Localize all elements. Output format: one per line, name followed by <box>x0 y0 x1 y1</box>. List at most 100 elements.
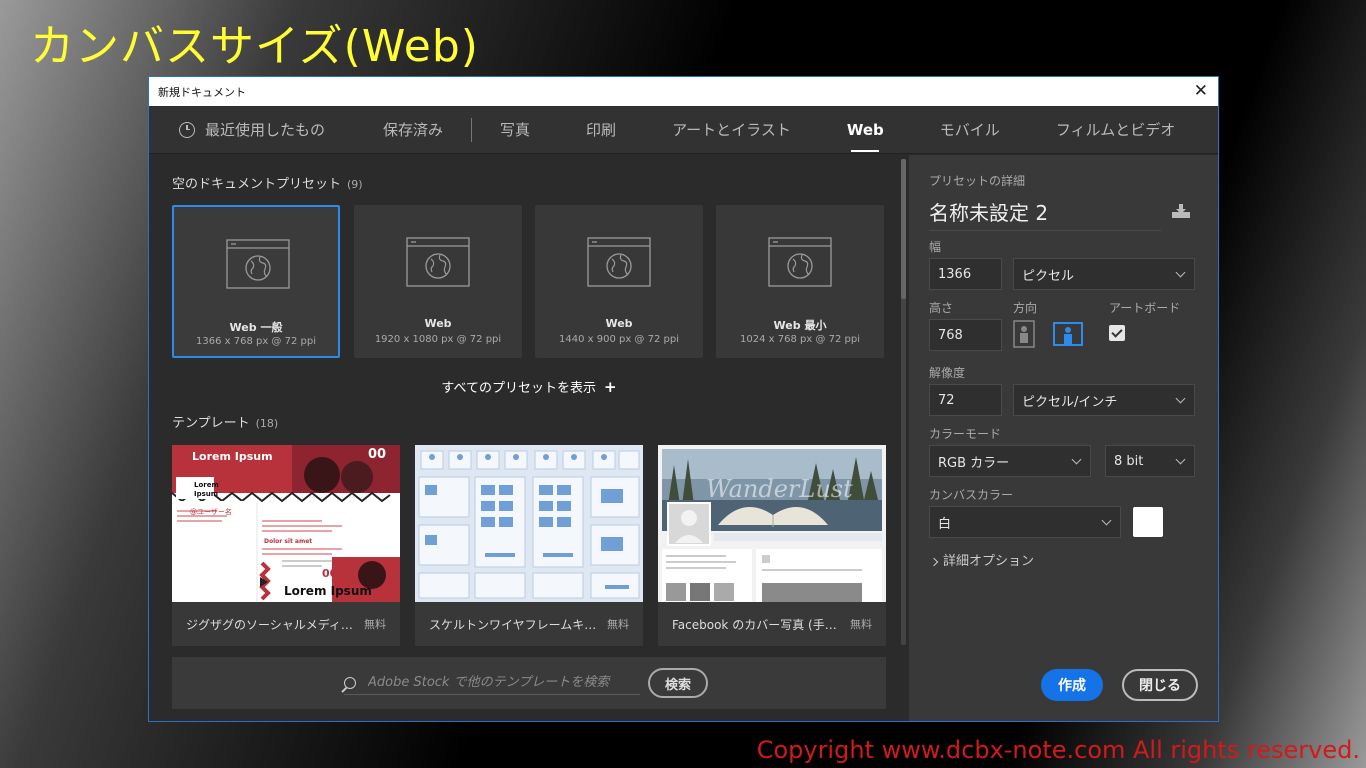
landscape-orientation-icon[interactable] <box>1053 320 1083 348</box>
preset-card-web-minimum[interactable]: Web 最小 1024 x 768 px @ 72 ppi <box>716 205 884 358</box>
chevron-down-icon <box>1175 454 1186 464</box>
portrait-orientation-icon[interactable] <box>1013 320 1035 348</box>
resolution-unit-select[interactable]: ピクセル/インチ <box>1013 384 1195 416</box>
width-label: 幅 <box>929 240 942 254</box>
thumb-headline: Lorem Ipsum <box>192 450 273 463</box>
plus-icon: + <box>604 378 617 396</box>
color-mode-select[interactable]: RGB カラー <box>929 445 1091 477</box>
category-tabs: 最近使用したもの 保存済み 写真 印刷 アートとイラスト Web モバイル フィ… <box>149 106 1218 154</box>
template-name: ジグザグのソーシャルメディアテンプレート <box>186 617 360 632</box>
create-button[interactable]: 作成 <box>1041 669 1103 701</box>
stock-search-input[interactable] <box>368 675 640 690</box>
preset-card-web-1440[interactable]: Web 1440 x 900 px @ 72 ppi <box>535 205 703 358</box>
adobe-stock-search-bar: 検索 <box>172 657 886 709</box>
thumb-dolor: Dolor sit amet <box>264 538 313 545</box>
chevron-right-icon <box>929 557 939 567</box>
unit-select-value: ピクセル <box>1022 268 1075 284</box>
canvas-color-value: 白 <box>938 516 952 532</box>
thumb-badge: 00 <box>368 447 387 462</box>
template-name: Facebook のカバー写真 (手順説明付き) <box>672 617 846 632</box>
preset-details-label: プリセットの詳細 <box>929 174 1026 188</box>
preset-name: Web 一般 <box>229 321 283 334</box>
close-icon[interactable]: ✕ <box>1194 81 1208 101</box>
height-input[interactable]: 768 <box>929 319 1002 351</box>
tab-label: 最近使用したもの <box>205 121 326 139</box>
show-all-label: すべてのプリセットを表示 <box>441 381 596 396</box>
tab-label: 写真 <box>500 121 531 139</box>
chevron-down-icon <box>1175 393 1186 403</box>
template-card-facebook-cover[interactable]: WanderLust Facebook のカバー写真 (手順説明付き) 無料 <box>658 445 886 646</box>
section-title-text: テンプレート <box>172 416 250 431</box>
thumb-overlay-text: WanderLust <box>706 475 853 503</box>
template-caption: Facebook のカバー写真 (手順説明付き) 無料 <box>658 602 886 646</box>
tab-print[interactable]: 印刷 <box>558 106 644 154</box>
resolution-unit-value: ピクセル/インチ <box>1022 394 1118 410</box>
preset-card-web-general[interactable]: Web 一般 1366 x 768 px @ 72 ppi <box>172 205 340 358</box>
zigzag-template-preview <box>172 445 400 602</box>
canvas-color-select[interactable]: 白 <box>929 506 1121 538</box>
color-mode-label: カラーモード <box>929 427 1002 441</box>
tab-mobile[interactable]: モバイル <box>912 106 1028 154</box>
web-globe-icon <box>587 237 651 287</box>
wireframe-template-preview <box>418 450 640 599</box>
resolution-label: 解像度 <box>929 366 966 380</box>
template-price: 無料 <box>364 618 386 631</box>
thumb-user-label: @ユーザー名 <box>190 508 232 516</box>
resolution-input[interactable]: 72 <box>929 384 1002 416</box>
stock-search-field <box>344 671 640 695</box>
height-label: 高さ <box>929 301 954 315</box>
preset-name: Web <box>424 317 452 330</box>
bit-depth-value: 8 bit <box>1114 453 1144 469</box>
dialog-title: 新規ドキュメント <box>158 85 246 99</box>
orientation-label: 方向 <box>1013 301 1038 315</box>
template-caption: スケルトンワイヤフレームキット 無料 <box>415 602 643 646</box>
stock-search-button[interactable]: 検索 <box>648 668 708 698</box>
preset-name: Web <box>605 317 633 330</box>
template-card-wireframe[interactable]: スケルトンワイヤフレームキット 無料 <box>415 445 643 646</box>
template-price: 無料 <box>607 618 629 631</box>
tab-photo[interactable]: 写真 <box>472 106 558 154</box>
save-preset-icon[interactable] <box>1171 203 1191 219</box>
width-input[interactable]: 1366 <box>929 258 1002 290</box>
web-globe-icon <box>768 237 832 287</box>
preset-name-field[interactable]: 名称未設定 2 <box>929 197 1161 231</box>
web-globe-icon <box>406 237 470 287</box>
blank-presets-heading: 空のドキュメントプリセット (9) <box>172 173 363 192</box>
dialog-titlebar: 新規ドキュメント ✕ <box>149 77 1218 106</box>
section-title-text: 空のドキュメントプリセット <box>172 177 342 192</box>
scrollbar[interactable] <box>901 159 906 645</box>
show-all-presets-link[interactable]: すべてのプリセットを表示 + <box>149 377 909 396</box>
color-mode-value: RGB カラー <box>938 455 1010 471</box>
template-thumbnail: Lorem Ipsum 00 Lorem Ipsum @ユーザー名 Dolor … <box>172 445 400 602</box>
page-heading: カンバスサイズ(Web) <box>30 21 479 72</box>
tab-recent[interactable]: 最近使用したもの <box>149 106 355 154</box>
web-globe-icon <box>226 239 290 289</box>
artboard-checkbox[interactable] <box>1109 325 1125 341</box>
template-card-zigzag[interactable]: Lorem Ipsum 00 Lorem Ipsum @ユーザー名 Dolor … <box>172 445 400 646</box>
template-caption: ジグザグのソーシャルメディアテンプレート 無料 <box>172 602 400 646</box>
template-thumbnail: WanderLust <box>658 445 886 602</box>
thumb-sub: Lorem Ipsum <box>194 481 219 498</box>
tab-art-illustration[interactable]: アートとイラスト <box>644 106 819 154</box>
templates-heading: テンプレート (18) <box>172 412 278 431</box>
tab-label: 保存済み <box>383 121 444 139</box>
bit-depth-select[interactable]: 8 bit <box>1105 445 1195 477</box>
tab-saved[interactable]: 保存済み <box>355 106 471 154</box>
advanced-options-label: 詳細オプション <box>943 554 1035 569</box>
preset-card-web-1920[interactable]: Web 1920 x 1080 px @ 72 ppi <box>354 205 522 358</box>
tab-web[interactable]: Web <box>819 106 912 154</box>
scrollbar-thumb[interactable] <box>901 159 906 299</box>
copyright-notice: Copyright www.dcbx-note.com All rights r… <box>756 736 1360 764</box>
new-document-dialog: 新規ドキュメント ✕ 最近使用したもの 保存済み 写真 印刷 アートとイラスト … <box>148 76 1219 722</box>
template-name: スケルトンワイヤフレームキット <box>429 617 603 632</box>
preset-dimensions: 1366 x 768 px @ 72 ppi <box>196 336 316 347</box>
tab-film-video[interactable]: フィルムとビデオ <box>1028 106 1203 154</box>
clock-icon <box>179 121 195 138</box>
advanced-options-toggle[interactable]: 詳細オプション <box>929 550 1035 569</box>
close-button[interactable]: 閉じる <box>1122 669 1198 701</box>
canvas-color-swatch[interactable] <box>1133 507 1163 537</box>
unit-select[interactable]: ピクセル <box>1013 258 1195 290</box>
artboard-label: アートボード <box>1109 301 1181 315</box>
template-price: 無料 <box>850 618 872 631</box>
canvas-color-label: カンバスカラー <box>929 488 1014 502</box>
